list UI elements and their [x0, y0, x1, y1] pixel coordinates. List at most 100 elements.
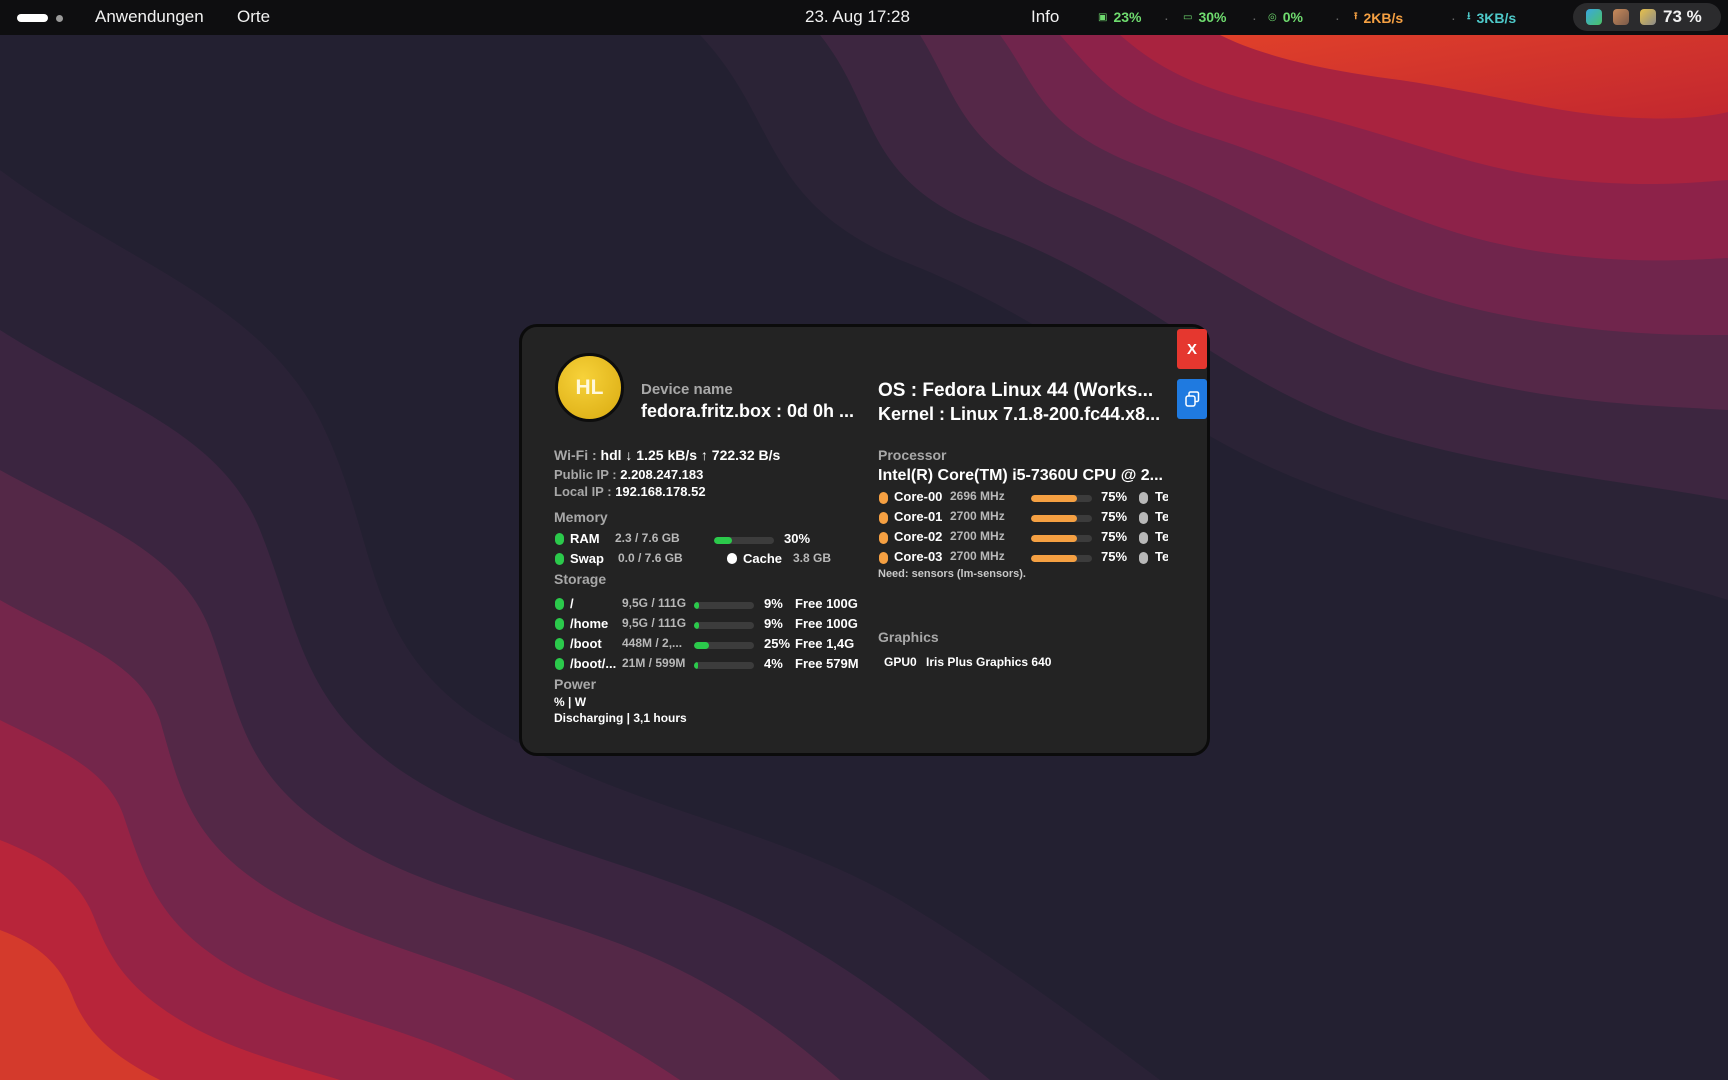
temp-dot	[1139, 532, 1148, 544]
power-watts: % | W	[554, 695, 587, 709]
storage-bar	[694, 642, 754, 649]
copy-icon	[1185, 391, 1200, 407]
wifi-label: Wi-Fi :	[554, 447, 597, 463]
separator-dot: .	[1452, 12, 1455, 23]
ram-value: 2.3 / 7.6 GB	[615, 531, 680, 545]
user-tray-icon[interactable]	[1613, 9, 1629, 25]
wifi-value: hdl ↓ 1.25 kB/s ↑ 722.32 B/s	[600, 447, 781, 463]
public-ip-value: 2.208.247.183	[620, 467, 704, 482]
storage-percent: 9%	[764, 616, 783, 631]
upload-indicator[interactable]: ⭱ 2KB/s	[1354, 9, 1403, 26]
core-percent: 75%	[1101, 529, 1128, 544]
cpu-usage: 23%	[1113, 9, 1142, 25]
storage-mount: /home	[570, 616, 609, 631]
storage-dot	[555, 658, 564, 670]
os-info: OS : Fedora Linux 44 (Works...	[878, 380, 1154, 401]
core-frequency: 2700 MHz	[950, 529, 1005, 543]
workspace-indicator[interactable]	[17, 14, 63, 22]
storage-percent: 25%	[764, 636, 791, 651]
upload-icon: ⭱	[1354, 11, 1358, 22]
close-button[interactable]: X	[1177, 329, 1207, 369]
core-bar-fill	[1031, 495, 1077, 502]
device-name-label: Device name	[641, 381, 733, 398]
cache-label: Cache	[743, 551, 783, 566]
workspace-inactive[interactable]	[56, 14, 63, 22]
disk-icon: ◎	[1268, 11, 1277, 23]
download-speed: 3KB/s	[1476, 9, 1517, 26]
storage-free: Free 579M	[795, 656, 859, 671]
battery-percentage[interactable]: 73 %	[1663, 7, 1702, 27]
processor-title: Processor	[878, 447, 947, 463]
download-icon: ⭳	[1467, 11, 1471, 22]
core-bar	[1031, 515, 1092, 522]
storage-used: 9,5G / 111G	[622, 616, 687, 630]
storage-free: Free 100G	[795, 616, 858, 631]
separator-dot: .	[1336, 12, 1339, 23]
ram-percent: 30%	[784, 531, 811, 546]
avatar: HL	[555, 353, 624, 422]
ram-indicator[interactable]: ▭ 30%	[1183, 9, 1226, 25]
storage-dot	[555, 618, 564, 630]
disk-indicator[interactable]: ◎ 0%	[1268, 9, 1303, 25]
storage-dot	[555, 598, 564, 610]
places-menu[interactable]: Orte	[237, 7, 270, 27]
swap-dot	[555, 553, 564, 565]
ram-bar	[714, 537, 774, 544]
download-indicator[interactable]: ⭳ 3KB/s	[1467, 9, 1516, 26]
memory-title: Memory	[554, 509, 608, 525]
cpu-icon: ▣	[1098, 11, 1108, 23]
ram-dot	[555, 533, 564, 545]
temp-dot	[1139, 552, 1148, 564]
separator-dot: .	[1165, 12, 1168, 23]
core-frequency: 2700 MHz	[950, 509, 1005, 523]
ram-bar-fill	[714, 537, 732, 544]
storage-used: 21M / 599M	[622, 656, 686, 670]
local-ip-value: 192.168.178.52	[615, 484, 706, 499]
core-dot	[879, 532, 888, 544]
core-bar-fill	[1031, 535, 1077, 542]
top-bar: Anwendungen Orte 23. Aug 17:28 Info ▣ 23…	[0, 0, 1728, 35]
graphics-title: Graphics	[878, 629, 939, 645]
storage-used: 448M / 2,...	[622, 636, 683, 650]
sensors-note: Need: sensors (lm-sensors).	[878, 568, 1026, 580]
storage-bar	[694, 662, 754, 669]
core-bar	[1031, 535, 1092, 542]
power-status: Discharging | 3,1 hours	[554, 711, 687, 725]
applications-menu[interactable]: Anwendungen	[95, 7, 204, 27]
storage-mount: /	[570, 596, 574, 611]
cpu-indicator[interactable]: ▣ 23%	[1098, 9, 1141, 25]
ram-usage: 30%	[1198, 9, 1227, 25]
disk-usage: 0%	[1282, 9, 1303, 25]
cache-value: 3.8 GB	[793, 551, 832, 565]
storage-bar-fill	[694, 642, 709, 649]
power-tray-icon[interactable]	[1640, 9, 1656, 25]
kernel-info: Kernel : Linux 7.1.8-200.fc44.x8...	[878, 404, 1161, 424]
storage-free: Free 100G	[795, 596, 858, 611]
public-ip-row: Public IP : 2.208.247.183	[554, 467, 703, 482]
core-percent: 75%	[1101, 549, 1128, 564]
info-button[interactable]: Info	[1031, 7, 1059, 27]
core-dot	[879, 552, 888, 564]
copy-button[interactable]	[1177, 379, 1207, 419]
network-tray-icon[interactable]	[1586, 9, 1602, 25]
ram-label: RAM	[570, 531, 600, 546]
core-frequency: 2696 MHz	[950, 489, 1005, 503]
core-dot	[879, 492, 888, 504]
storage-mount: /boot	[570, 636, 602, 651]
core-temperature: Te	[1155, 509, 1168, 524]
public-ip-label: Public IP :	[554, 467, 617, 482]
processor-name: Intel(R) Core(TM) i5-7360U CPU @ 2...	[878, 467, 1163, 484]
workspace-active[interactable]	[17, 14, 48, 22]
clock[interactable]: 23. Aug 17:28	[805, 7, 910, 27]
core-temperature: Te	[1155, 529, 1168, 544]
local-ip-row: Local IP : 192.168.178.52	[554, 484, 706, 499]
core-bar	[1031, 495, 1092, 502]
storage-bar-fill	[694, 602, 700, 609]
wifi-row: Wi-Fi : hdl ↓ 1.25 kB/s ↑ 722.32 B/s	[554, 447, 780, 463]
system-tray[interactable]: 73 %	[1573, 3, 1721, 31]
swap-label: Swap	[570, 551, 604, 566]
ram-icon: ▭	[1183, 11, 1193, 23]
core-frequency: 2700 MHz	[950, 549, 1005, 563]
upload-speed: 2KB/s	[1363, 9, 1404, 26]
storage-mount: /boot/...	[570, 656, 617, 671]
